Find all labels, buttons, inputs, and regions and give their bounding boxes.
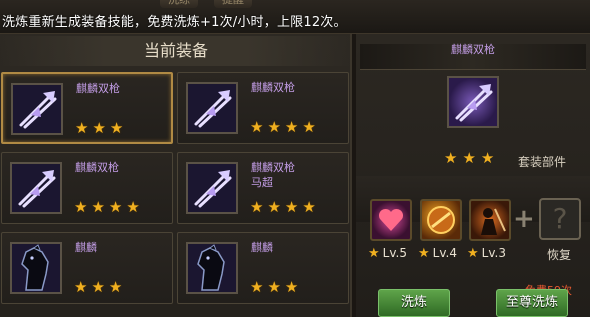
- panel-title: 当前装备: [0, 36, 352, 66]
- equipment-stars: ★★★: [75, 119, 128, 137]
- detail-stars: ★★★: [444, 149, 500, 167]
- equipment-stars: ★★★★: [250, 118, 320, 136]
- equipment-card[interactable]: 麒麟双枪 ★★★: [1, 72, 173, 144]
- refine-button[interactable]: 洗炼: [378, 289, 450, 317]
- shield-skill-icon[interactable]: [420, 199, 462, 241]
- equipment-detail-panel: 麒麟双枪 ★★★ 套装部件 ★Lv.5 ★Lv.4 ★Lv.3 + ? 恢复 免…: [356, 34, 590, 317]
- dual-spear-icon: [186, 82, 238, 134]
- equipment-card[interactable]: 麒麟双枪 ★★★★: [177, 72, 349, 144]
- equipment-name: 麒麟双枪: [76, 82, 120, 95]
- equipment-name: 麒麟双枪: [251, 81, 295, 94]
- detail-item-name: 麒麟双枪: [451, 43, 495, 56]
- tab-refine[interactable]: 洗练: [160, 0, 198, 8]
- equipment-card[interactable]: 麒麟双枪马超 ★★★★: [177, 152, 349, 224]
- set-part-label: 套装部件: [518, 155, 567, 169]
- equipment-name: 麒麟: [75, 241, 97, 254]
- equipment-stars: ★★★: [74, 278, 127, 296]
- top-bar: 洗练 提醒 洗炼重新生成装备技能，免费洗炼+1次/小时，上限12次。: [0, 0, 590, 34]
- dual-spear-icon: [447, 76, 499, 128]
- equipment-card[interactable]: 麒麟 ★★★: [177, 232, 349, 304]
- horse-icon: [186, 242, 238, 294]
- question-icon[interactable]: ?: [539, 198, 581, 240]
- premium-refine-button[interactable]: 至尊洗炼: [496, 289, 568, 317]
- equipment-card[interactable]: 麒麟 ★★★: [1, 232, 173, 304]
- equipment-name: 麒麟双枪: [251, 161, 295, 174]
- dual-spear-icon: [186, 162, 238, 214]
- skill-level-1: ★ Lv.5: [368, 246, 407, 261]
- restore-label: 恢复: [547, 248, 572, 262]
- heart-skill-icon[interactable]: [370, 199, 412, 241]
- dual-spear-icon: [11, 83, 63, 135]
- equipment-name: 麒麟: [251, 241, 273, 254]
- dual-spear-icon: [10, 162, 62, 214]
- horse-icon: [10, 242, 62, 294]
- skill-level-3: ★ Lv.3: [467, 246, 506, 261]
- warrior-skill-icon[interactable]: [469, 199, 511, 241]
- equipment-card[interactable]: 麒麟双枪 ★★★★: [1, 152, 173, 224]
- notice-text: 洗炼重新生成装备技能，免费洗炼+1次/小时，上限12次。: [2, 15, 347, 30]
- equipment-name: 麒麟双枪: [75, 161, 119, 174]
- tab-remind[interactable]: 提醒: [214, 0, 252, 8]
- equipment-stars: ★★★★: [250, 198, 320, 216]
- equipment-owner: 马超: [251, 176, 273, 189]
- equipment-stars: ★★★: [250, 278, 303, 296]
- equipment-stars: ★★★★: [74, 198, 144, 216]
- skill-level-2: ★ Lv.4: [418, 246, 457, 261]
- plus-icon: +: [513, 204, 535, 234]
